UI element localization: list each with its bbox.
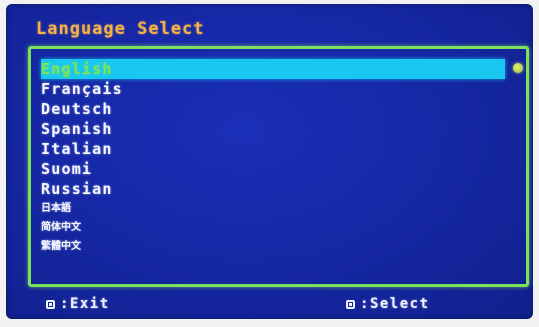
language-list-panel: English Français Deutsch Spanish Italian… (28, 46, 529, 287)
language-item-russian[interactable]: Russian (39, 179, 123, 199)
language-item-traditional-chinese[interactable]: 繁體中文 (39, 237, 123, 256)
language-item-suomi[interactable]: Suomi (39, 159, 123, 179)
scroll-indicator-icon (513, 63, 523, 73)
select-key-icon (346, 299, 355, 309)
exit-separator: : (60, 296, 70, 312)
language-item-english[interactable]: English (39, 59, 123, 79)
tv-screen: Language Select English Français Deutsch… (6, 4, 533, 319)
menu-title: Language Select (36, 19, 205, 39)
language-item-deutsch[interactable]: Deutsch (39, 99, 123, 119)
language-item-simplified-chinese[interactable]: 简体中文 (39, 218, 123, 237)
select-separator: : (360, 296, 370, 312)
exit-hint[interactable]: : Exit (46, 296, 110, 312)
language-item-spanish[interactable]: Spanish (39, 119, 123, 139)
language-item-francais[interactable]: Français (39, 79, 123, 99)
select-label: Select (369, 296, 430, 312)
select-hint[interactable]: : Select (346, 296, 430, 312)
exit-key-icon (46, 299, 55, 309)
language-item-japanese[interactable]: 日本語 (39, 199, 123, 218)
language-list: English Français Deutsch Spanish Italian… (39, 59, 123, 256)
language-item-italian[interactable]: Italian (39, 139, 123, 159)
exit-label: Exit (69, 296, 110, 312)
